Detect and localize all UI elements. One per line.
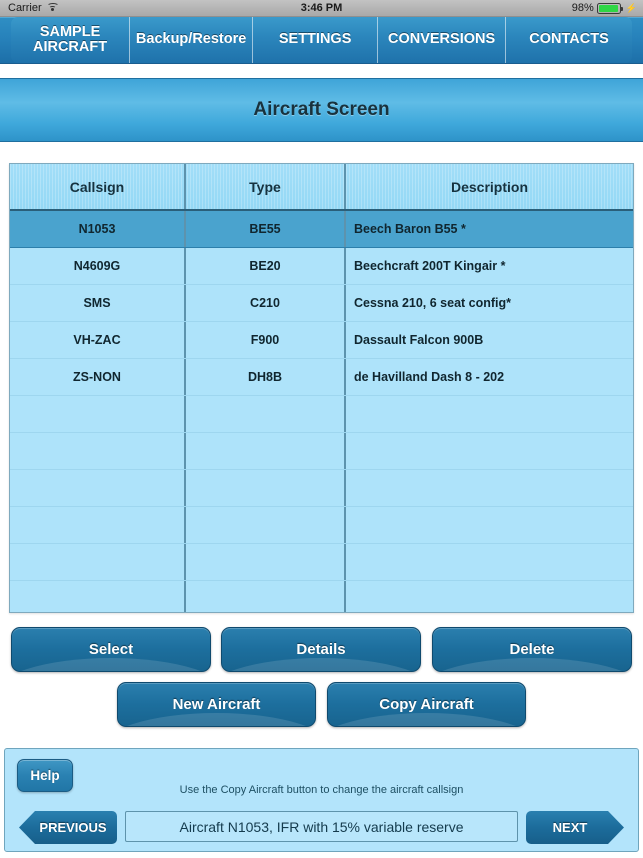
cell-description: Beechcraft 200T Kingair *: [354, 259, 506, 273]
cell-description: [346, 544, 633, 580]
cell-type: F900: [186, 322, 346, 358]
cell-type: BE20: [186, 248, 346, 284]
table-row-empty[interactable]: [10, 507, 633, 544]
status-bar: Carrier 3:46 PM 98% ⚡: [0, 0, 643, 17]
previous-button-label: PREVIOUS: [39, 820, 107, 835]
new-aircraft-button-label: New Aircraft: [172, 696, 261, 713]
cell-description: [346, 470, 633, 506]
battery-percent-label: 98%: [571, 2, 594, 14]
status-bar-right: 98% ⚡: [572, 2, 637, 14]
cell-type: C210: [186, 285, 346, 321]
cell-type: [186, 507, 346, 543]
cell-description: [346, 507, 633, 543]
tab-settings[interactable]: SETTINGS: [253, 17, 379, 63]
cell-callsign: [10, 507, 186, 543]
cell-callsign: [10, 544, 186, 580]
cell-callsign: [10, 581, 186, 612]
table-row[interactable]: VH-ZAC F900 Dassault Falcon 900B: [10, 322, 633, 359]
table-body: N1053 BE55 Beech Baron B55 * N4609G BE20 Beec…: [10, 211, 633, 612]
table-row[interactable]: N1053 BE55 Beech Baron B55 *: [10, 211, 633, 248]
details-button-label: Details: [296, 641, 346, 658]
tab-sample-aircraft-line2: AIRCRAFT: [32, 39, 108, 55]
cell-callsign: N1053: [10, 211, 186, 247]
cell-description: Cessna 210, 6 seat config*: [354, 296, 512, 310]
battery-icon: [596, 2, 623, 14]
hint-text: Use the Copy Aircraft button to change t…: [179, 784, 464, 796]
table-row[interactable]: N4609G BE20 Beechcraft 200T Kingair *: [10, 248, 633, 285]
cell-type: [186, 396, 346, 432]
copy-aircraft-button-label: Copy Aircraft: [379, 696, 474, 713]
table-row-empty[interactable]: [10, 433, 633, 470]
cell-type: [186, 581, 346, 612]
footer-panel: Help Use the Copy Aircraft button to cha…: [4, 748, 639, 852]
previous-button[interactable]: PREVIOUS: [19, 811, 117, 844]
table-row[interactable]: SMS C210 Cessna 210, 6 seat config*: [10, 285, 633, 322]
tab-contacts-label: CONTACTS: [529, 31, 609, 48]
table-row-empty[interactable]: [10, 544, 633, 581]
tab-backup-restore[interactable]: Backup/Restore: [130, 17, 254, 63]
page-title: Aircraft Screen: [253, 99, 390, 120]
charging-bolt-icon: ⚡: [625, 2, 637, 13]
cell-type: [186, 433, 346, 469]
cell-callsign: [10, 433, 186, 469]
table-row-empty[interactable]: [10, 396, 633, 433]
select-button-label: Select: [88, 641, 134, 658]
footer-nav-row: PREVIOUS Aircraft N1053, IFR with 15% va…: [5, 811, 638, 847]
cell-type: BE55: [186, 211, 346, 247]
cell-callsign: SMS: [10, 285, 186, 321]
select-button[interactable]: Select: [11, 627, 211, 672]
new-aircraft-button[interactable]: New Aircraft: [117, 682, 316, 727]
aircraft-table[interactable]: Callsign Type Description N1053 BE55 Beech…: [9, 163, 634, 613]
cell-callsign: [10, 470, 186, 506]
tab-sample-aircraft-line1: SAMPLE: [39, 23, 101, 40]
cell-type: DH8B: [186, 359, 346, 395]
cell-callsign: [10, 396, 186, 432]
column-header-type: Type: [186, 164, 346, 209]
next-button[interactable]: NEXT: [526, 811, 624, 844]
tab-settings-label: SETTINGS: [278, 31, 352, 48]
status-message-field: Aircraft N1053, IFR with 15% variable re…: [125, 811, 518, 842]
cell-description: Dassault Falcon 900B: [354, 333, 484, 347]
cell-description: de Havilland Dash 8 - 202: [354, 370, 505, 384]
tab-conversions[interactable]: CONVERSIONS: [378, 17, 507, 63]
tab-sample-aircraft[interactable]: SAMPLE AIRCRAFT: [11, 17, 131, 63]
copy-aircraft-button[interactable]: Copy Aircraft: [327, 682, 526, 727]
delete-button[interactable]: Delete: [432, 627, 632, 672]
delete-button-label: Delete: [509, 641, 555, 658]
table-row[interactable]: ZS-NON DH8B de Havilland Dash 8 - 202: [10, 359, 633, 396]
screen-title-bar: Aircraft Screen: [0, 78, 643, 142]
column-header-description: Description: [450, 178, 528, 195]
cell-description: [346, 581, 633, 612]
table-row-empty[interactable]: [10, 470, 633, 507]
table-header-row: Callsign Type Description: [10, 164, 633, 211]
app-root: Carrier 3:46 PM 98% ⚡ SAMPLE AIRCRAFT Ba…: [0, 0, 643, 858]
table-row-empty[interactable]: [10, 581, 633, 612]
tab-contacts[interactable]: CONTACTS: [506, 17, 632, 63]
cell-description: Beech Baron B55 *: [354, 222, 466, 236]
cell-description: [346, 433, 633, 469]
cell-description: [346, 396, 633, 432]
tab-conversions-label: CONVERSIONS: [387, 31, 496, 48]
top-navigation-bar: SAMPLE AIRCRAFT Backup/Restore SETTINGS …: [0, 17, 643, 64]
cell-type: [186, 544, 346, 580]
details-button[interactable]: Details: [221, 627, 421, 672]
help-button-label: Help: [30, 768, 60, 783]
cell-type: [186, 470, 346, 506]
next-button-label: NEXT: [552, 820, 588, 835]
status-bar-time: 3:46 PM: [300, 2, 343, 14]
tab-backup-restore-label: Backup/Restore: [135, 31, 247, 48]
column-header-callsign: Callsign: [10, 164, 186, 209]
cell-callsign: VH-ZAC: [10, 322, 186, 358]
cell-callsign: ZS-NON: [10, 359, 186, 395]
cell-callsign: N4609G: [10, 248, 186, 284]
